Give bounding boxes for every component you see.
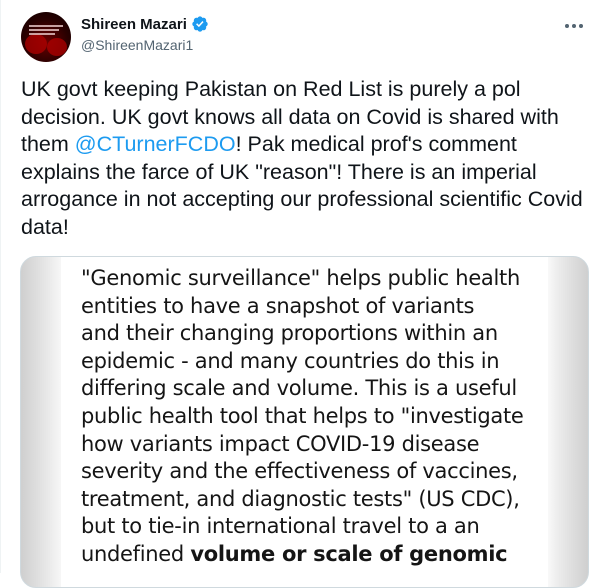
tweet-media-image[interactable]: "Genomic surveillance" helps public heal…: [20, 256, 589, 588]
avatar-shape: [25, 34, 47, 54]
avatar-shape: [47, 38, 67, 56]
media-text-main: "Genomic surveillance" helps public heal…: [81, 266, 524, 566]
media-text-bold: volume or scale of genomic: [190, 541, 508, 566]
avatar-shape: [29, 29, 59, 31]
mention-link[interactable]: @CTurnerFCDO: [75, 132, 236, 156]
tweet[interactable]: Shireen Mazari @ShireenMazari1 UK govt k…: [0, 0, 601, 588]
media-image-text: "Genomic surveillance" helps public heal…: [81, 265, 551, 569]
verified-badge-icon: [191, 15, 209, 33]
avatar-shape: [29, 33, 55, 35]
avatar[interactable]: [21, 12, 71, 62]
tweet-text: UK govt keeping Pakistan on Red List is …: [21, 76, 591, 241]
author-display-name[interactable]: Shireen Mazari: [81, 16, 187, 33]
more-options-icon[interactable]: [559, 14, 589, 38]
author-name-row[interactable]: Shireen Mazari: [81, 15, 209, 33]
avatar-shape: [29, 25, 63, 27]
author-handle[interactable]: @ShireenMazari1: [81, 37, 193, 53]
